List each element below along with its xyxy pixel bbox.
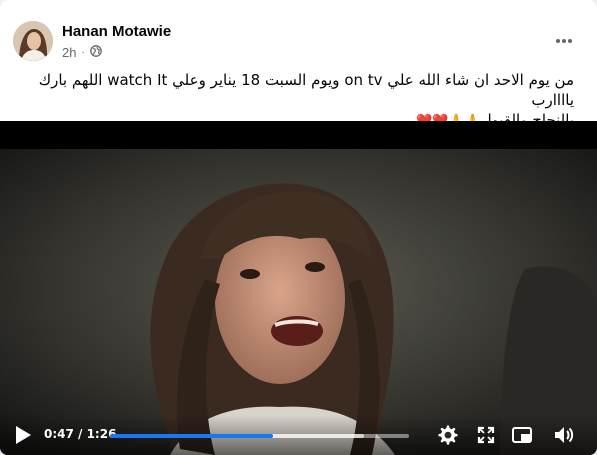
post-time[interactable]: 2h <box>62 45 76 60</box>
picture-in-picture-icon[interactable] <box>511 424 533 446</box>
post-meta: 2h · <box>62 45 102 60</box>
avatar[interactable] <box>13 21 53 61</box>
video-controls: 0:47 / 1:26 <box>0 415 597 455</box>
video-played-bar <box>110 434 274 438</box>
globe-icon[interactable] <box>89 45 102 60</box>
video-progress-bar[interactable] <box>110 434 409 438</box>
caption-line-1: من يوم الاحد ان شاء الله علي on tv ويوم … <box>38 71 574 109</box>
video-frame[interactable] <box>0 149 597 455</box>
author-name[interactable]: Hanan Motawie <box>62 23 171 40</box>
separator-dot: · <box>81 47 85 58</box>
fullscreen-icon[interactable] <box>475 424 497 446</box>
volume-icon[interactable] <box>553 424 575 446</box>
post-card: Hanan Motawie 2h · من يوم الاحد ان شاء ا… <box>0 0 597 455</box>
video-player[interactable]: 0:47 / 1:26 <box>0 121 597 455</box>
video-time: 0:47 / 1:26 <box>44 427 117 441</box>
settings-gear-icon[interactable] <box>436 424 458 446</box>
play-icon[interactable] <box>14 425 32 445</box>
more-options-icon[interactable] <box>551 28 577 54</box>
video-letterbox <box>0 121 597 149</box>
